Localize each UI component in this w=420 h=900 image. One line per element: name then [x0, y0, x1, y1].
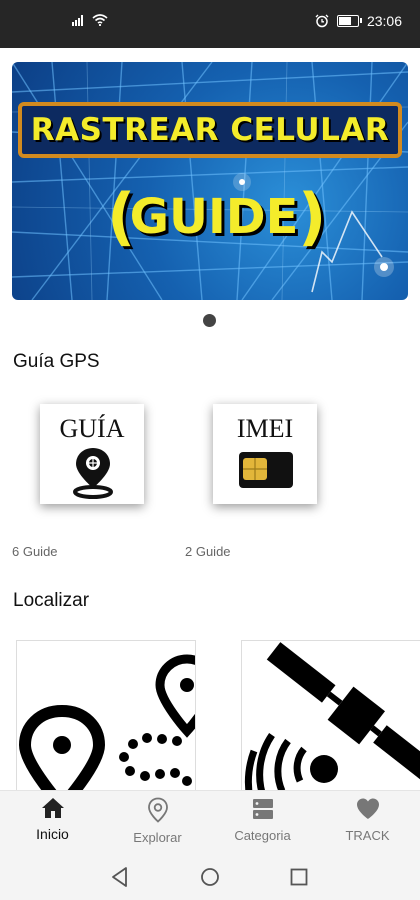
status-left — [72, 14, 108, 26]
bottom-navigation: Inicio Explorar Categoria TRACK — [0, 790, 420, 855]
nav-label-explorar: Explorar — [133, 830, 182, 845]
nav-item-explorar[interactable]: Explorar — [105, 797, 210, 845]
back-icon[interactable] — [110, 866, 130, 888]
home-icon — [41, 798, 64, 818]
home-button-icon[interactable] — [200, 867, 220, 887]
status-bar: 23:06 — [0, 0, 420, 48]
nav-label-categoria: Categoria — [234, 828, 291, 843]
nav-label-track: TRACK — [345, 828, 390, 843]
section-title-gps: Guía GPS — [13, 351, 100, 372]
banner-title: RASTREAR CELULAR — [18, 102, 402, 158]
system-navigation-bar — [0, 854, 420, 900]
nav-item-inicio[interactable]: Inicio — [0, 797, 105, 842]
localizar-card-satellite[interactable] — [241, 640, 420, 802]
status-time: 23:06 — [366, 13, 402, 29]
card-count-guia: 6 Guide — [12, 544, 58, 559]
map-background — [12, 62, 408, 300]
signal-icon — [72, 15, 83, 26]
localizar-card-route[interactable] — [16, 640, 196, 802]
recents-icon[interactable] — [290, 868, 308, 886]
nav-label-inicio: Inicio — [36, 826, 69, 842]
category-card-guia[interactable]: GUÍA — [40, 404, 144, 504]
promo-banner[interactable]: RASTREAR CELULAR ( ) GUIDE — [12, 62, 408, 300]
status-right: 23:06 — [315, 13, 402, 29]
nav-item-categoria[interactable]: Categoria — [210, 797, 315, 843]
nav-item-track[interactable]: TRACK — [315, 797, 420, 843]
banner-subtitle: GUIDE — [129, 189, 299, 245]
sim-card-icon — [239, 452, 293, 488]
battery-icon — [336, 15, 362, 27]
map-pin-icon — [73, 448, 113, 499]
card-label-imei: IMEI — [236, 414, 294, 443]
location-pin-icon — [147, 797, 168, 823]
carousel-indicator[interactable] — [203, 314, 216, 327]
alarm-icon — [315, 14, 329, 28]
wifi-icon — [92, 14, 108, 26]
card-label-guia: GUÍA — [59, 414, 125, 443]
category-card-imei[interactable]: IMEI — [213, 404, 317, 504]
server-icon — [252, 799, 273, 819]
route-pins-icon — [18, 654, 195, 801]
card-count-imei: 2 Guide — [185, 544, 231, 559]
section-title-localizar: Localizar — [13, 590, 90, 611]
banner-wreath-right: ) — [298, 180, 327, 253]
satellite-icon — [244, 642, 420, 801]
heart-icon — [356, 798, 379, 819]
